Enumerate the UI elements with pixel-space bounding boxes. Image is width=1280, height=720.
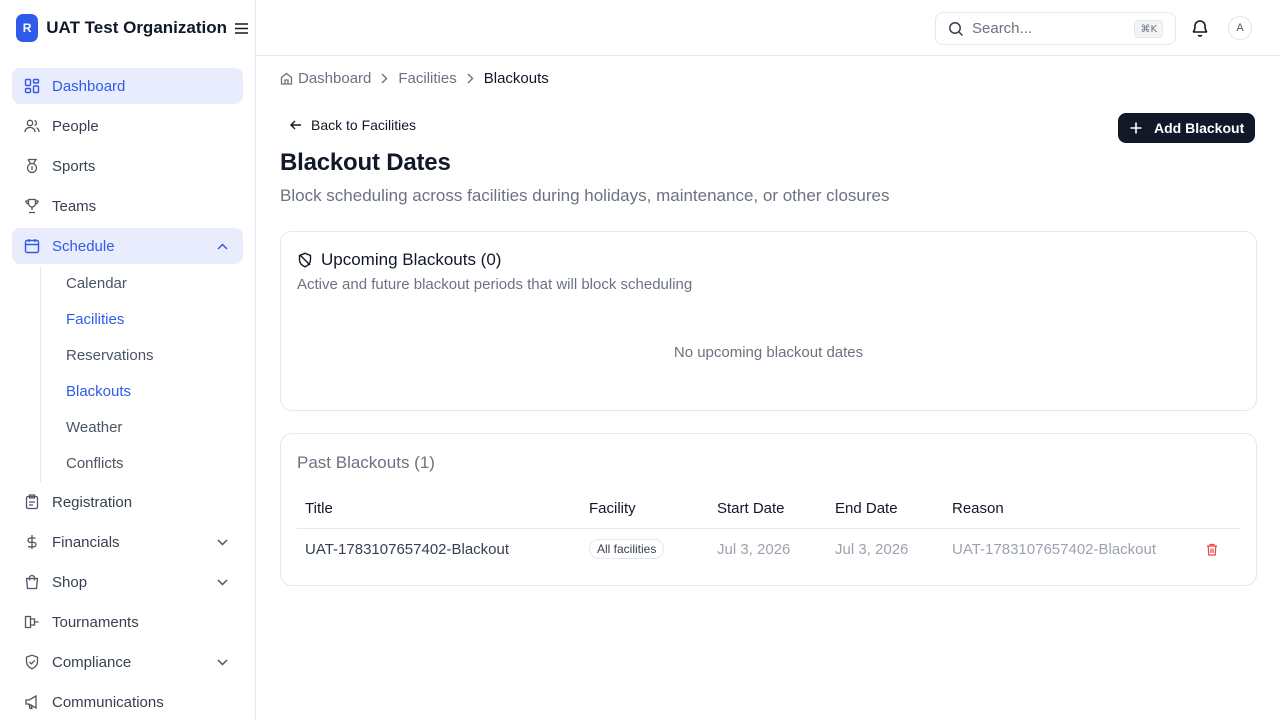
chevron-down-icon[interactable] xyxy=(215,655,229,669)
people-icon xyxy=(24,118,40,134)
dollar-icon xyxy=(24,534,40,550)
org-logo: R xyxy=(16,14,39,42)
upcoming-blackouts-card: Upcoming Blackouts (0) Active and future… xyxy=(280,231,1257,411)
column-header-reason: Reason xyxy=(952,500,1004,517)
subnav-item-blackouts[interactable]: Blackouts xyxy=(66,383,131,400)
sports-icon xyxy=(24,158,40,174)
column-header-facility: Facility xyxy=(589,500,636,517)
sidebar-item-label: Registration xyxy=(52,493,133,511)
add-blackout-label: Add Blackout xyxy=(1154,120,1245,136)
calendar-icon xyxy=(24,238,40,254)
shop-icon xyxy=(24,574,40,590)
breadcrumb-dashboard[interactable]: Dashboard xyxy=(298,70,371,87)
sidebar-item-compliance[interactable]: Compliance xyxy=(12,644,243,680)
sidebar-item-registration[interactable]: Registration xyxy=(12,484,243,520)
arrow-left-icon xyxy=(290,120,302,130)
column-header-start-date: Start Date xyxy=(717,500,785,517)
subnav-item-reservations[interactable]: Reservations xyxy=(66,347,154,364)
sidebar-item-schedule[interactable]: Schedule xyxy=(12,228,243,264)
compliance-icon xyxy=(24,654,40,670)
past-blackouts-title: Past Blackouts (1) xyxy=(297,453,435,472)
sidebar-item-financials[interactable]: Financials xyxy=(12,524,243,560)
empty-state-message: No upcoming blackout dates xyxy=(673,344,864,361)
subnav-item-conflicts[interactable]: Conflicts xyxy=(66,455,124,472)
avatar[interactable]: A xyxy=(1228,16,1252,40)
sidebar-item-label: Schedule xyxy=(52,237,115,255)
plus-icon xyxy=(1130,122,1142,134)
search-shortcut: ⌘K xyxy=(1134,20,1163,38)
column-header-title: Title xyxy=(305,500,333,517)
back-link-label: Back to Facilities xyxy=(311,117,417,133)
cell-start-date: Jul 3, 2026 xyxy=(717,541,791,558)
cell-end-date: Jul 3, 2026 xyxy=(835,541,909,558)
past-blackouts-card: Past Blackouts (1) Title Facility Start … xyxy=(280,433,1257,586)
bell-icon[interactable] xyxy=(1190,18,1210,38)
search-input[interactable]: Search... ⌘K xyxy=(935,12,1176,45)
facility-badge: All facilities xyxy=(589,539,665,559)
org-name: UAT Test Organization xyxy=(46,18,227,37)
upcoming-blackouts-title: Upcoming Blackouts (0) xyxy=(297,250,501,270)
upcoming-title-text: Upcoming Blackouts (0) xyxy=(321,250,502,269)
org-switcher[interactable]: R UAT Test Organization xyxy=(16,14,248,42)
column-header-end-date: End Date xyxy=(835,500,898,517)
chevron-down-icon[interactable] xyxy=(215,575,229,589)
chevron-right-icon xyxy=(381,73,388,84)
sidebar-item-people[interactable]: People xyxy=(12,108,243,144)
add-blackout-button[interactable]: Add Blackout xyxy=(1118,113,1255,143)
page-subtitle: Block scheduling across facilities durin… xyxy=(280,186,890,205)
sidebar-item-dashboard[interactable]: Dashboard xyxy=(12,68,243,104)
sidebar-item-tournaments[interactable]: Tournaments xyxy=(12,604,243,640)
tournaments-icon xyxy=(24,614,40,630)
upcoming-description: Active and future blackout periods that … xyxy=(297,276,693,293)
chevron-right-icon xyxy=(467,73,474,84)
page-title: Blackout Dates xyxy=(280,149,451,176)
table-header: Title Facility Start Date End Date Reaso… xyxy=(297,494,1241,529)
top-header: Search... ⌘K A xyxy=(256,0,1280,56)
menu-icon[interactable] xyxy=(235,21,248,35)
subnav-item-weather[interactable]: Weather xyxy=(66,419,122,436)
registration-icon xyxy=(24,494,40,510)
subnav-item-calendar[interactable]: Calendar xyxy=(66,275,127,292)
sidebar-item-label: Compliance xyxy=(52,653,132,671)
cell-reason: UAT-1783107657402-Blackout xyxy=(952,541,1157,558)
sidebar-item-label: Dashboard xyxy=(52,77,126,95)
breadcrumb-blackouts: Blackouts xyxy=(483,69,549,87)
breadcrumb: Dashboard Facilities Blackouts xyxy=(280,68,549,88)
trash-icon[interactable] xyxy=(1205,542,1219,556)
shield-off-icon xyxy=(297,252,313,268)
megaphone-icon xyxy=(24,694,40,710)
chevron-down-icon[interactable] xyxy=(215,535,229,549)
sidebar-item-shop[interactable]: Shop xyxy=(12,564,243,600)
subnav-item-facilities[interactable]: Facilities xyxy=(66,311,124,328)
sidebar-item-label: Teams xyxy=(52,197,97,215)
chevron-up-icon[interactable] xyxy=(215,239,229,253)
search-icon xyxy=(948,21,964,37)
past-blackouts-table: Title Facility Start Date End Date Reaso… xyxy=(297,494,1241,569)
teams-icon xyxy=(24,198,40,214)
sidebar-item-label: Financials xyxy=(52,533,120,551)
sidebar-item-label: Communications xyxy=(52,693,164,711)
sidebar: R UAT Test Organization Dashboard People… xyxy=(0,0,256,720)
search-placeholder: Search... xyxy=(972,20,1033,37)
sidebar-item-label: Shop xyxy=(52,573,88,591)
dashboard-icon xyxy=(24,78,40,94)
schedule-subnav: Calendar Facilities Reservations Blackou… xyxy=(40,266,240,482)
sidebar-item-sports[interactable]: Sports xyxy=(12,148,243,184)
sidebar-item-label: Sports xyxy=(52,157,96,175)
sidebar-item-teams[interactable]: Teams xyxy=(12,188,243,224)
table-row: UAT-1783107657402-Blackout All facilitie… xyxy=(297,529,1241,569)
sidebar-item-communications[interactable]: Communications xyxy=(12,684,243,720)
back-to-facilities-link[interactable]: Back to Facilities xyxy=(290,116,416,134)
sidebar-item-label: People xyxy=(52,117,99,135)
sidebar-item-label: Tournaments xyxy=(52,613,139,631)
cell-title: UAT-1783107657402-Blackout xyxy=(305,541,510,558)
home-icon xyxy=(280,72,293,85)
breadcrumb-facilities[interactable]: Facilities xyxy=(398,70,456,87)
